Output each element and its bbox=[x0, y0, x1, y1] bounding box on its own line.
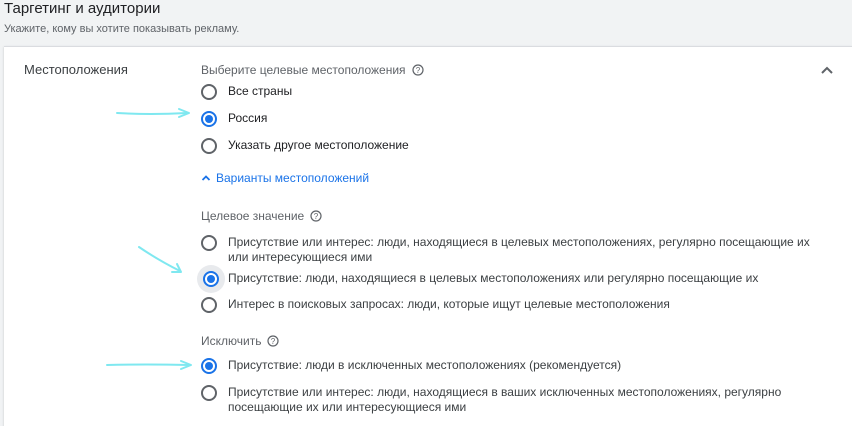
radio-label: Россия bbox=[228, 111, 268, 125]
radio-label: Указать другое местоположение bbox=[228, 138, 409, 152]
annotation-arrow-icon bbox=[116, 108, 190, 118]
radio-label-line: Присутствие или интерес: люди, находящие… bbox=[228, 235, 810, 249]
radio-label: Присутствие: люди в исключенных местопол… bbox=[228, 358, 622, 372]
radio-label: Интерес в поисковых запросах: люди, кото… bbox=[228, 297, 670, 311]
radio-exclude-presence-or-interest[interactable]: Присутствие или интерес: люди, находящие… bbox=[201, 385, 781, 415]
exclude-group-title: Исключить ? bbox=[201, 334, 280, 348]
radio-button-selected[interactable] bbox=[203, 271, 219, 287]
radio-label: Присутствие: люди, находящиеся в целевых… bbox=[228, 271, 759, 285]
annotation-arrow-icon bbox=[106, 360, 192, 370]
radio-button[interactable] bbox=[201, 297, 217, 313]
svg-text:?: ? bbox=[415, 66, 420, 75]
radio-button-selected[interactable] bbox=[201, 358, 217, 374]
radio-presence[interactable]: Присутствие: люди, находящиеся в целевых… bbox=[203, 271, 758, 287]
locations-group-title: Выберите целевые местоположения ? bbox=[201, 63, 424, 77]
radio-label-line: или интересующиеся ими bbox=[228, 250, 373, 264]
radio-button[interactable] bbox=[201, 385, 217, 401]
exclude-group-title-text: Исключить bbox=[201, 334, 262, 348]
help-icon[interactable]: ? bbox=[310, 210, 322, 222]
locations-group-title-text: Выберите целевые местоположения bbox=[201, 63, 406, 77]
target-group-title: Целевое значение ? bbox=[201, 209, 322, 223]
radio-russia[interactable]: Россия bbox=[201, 111, 267, 127]
radio-label-line: посещающие их или интересующиеся ими bbox=[228, 400, 467, 414]
radio-button[interactable] bbox=[201, 138, 217, 154]
help-icon[interactable]: ? bbox=[267, 335, 280, 347]
page-subtitle: Укажите, кому вы хотите показывать рекла… bbox=[4, 23, 240, 35]
page-header: Таргетинг и аудитории Укажите, кому вы х… bbox=[0, 0, 852, 48]
page-title: Таргетинг и аудитории bbox=[4, 0, 161, 17]
location-options-link-text: Варианты местоположений bbox=[216, 171, 370, 185]
radio-all-countries[interactable]: Все страны bbox=[201, 84, 292, 100]
chevron-up-icon bbox=[821, 66, 833, 74]
section-label-locations: Местоположения bbox=[24, 62, 128, 77]
radio-other-location[interactable]: Указать другое местоположение bbox=[201, 138, 409, 154]
radio-presence-or-interest[interactable]: Присутствие или интерес: люди, находящие… bbox=[201, 235, 810, 265]
help-icon[interactable]: ? bbox=[411, 64, 424, 76]
chevron-up-icon bbox=[201, 175, 211, 181]
radio-label: Все страны bbox=[228, 84, 293, 98]
svg-text:?: ? bbox=[314, 212, 319, 221]
location-options-link[interactable]: Варианты местоположений bbox=[200, 171, 369, 185]
radio-button-selected[interactable] bbox=[201, 111, 217, 127]
svg-text:?: ? bbox=[271, 337, 276, 346]
radio-exclude-presence[interactable]: Присутствие: люди в исключенных местопол… bbox=[201, 358, 621, 374]
radio-button[interactable] bbox=[201, 235, 217, 251]
annotation-arrow-icon bbox=[138, 246, 182, 273]
target-group-title-text: Целевое значение bbox=[201, 209, 305, 223]
radio-search-interest[interactable]: Интерес в поисковых запросах: люди, кото… bbox=[201, 297, 670, 313]
radio-label-line: Присутствие или интерес: люди, находящие… bbox=[228, 385, 782, 399]
collapse-button[interactable] bbox=[818, 62, 836, 80]
radio-label: Присутствие или интерес: люди, находящие… bbox=[228, 385, 781, 415]
radio-label: Присутствие или интерес: люди, находящие… bbox=[228, 235, 810, 265]
radio-button[interactable] bbox=[201, 84, 217, 100]
